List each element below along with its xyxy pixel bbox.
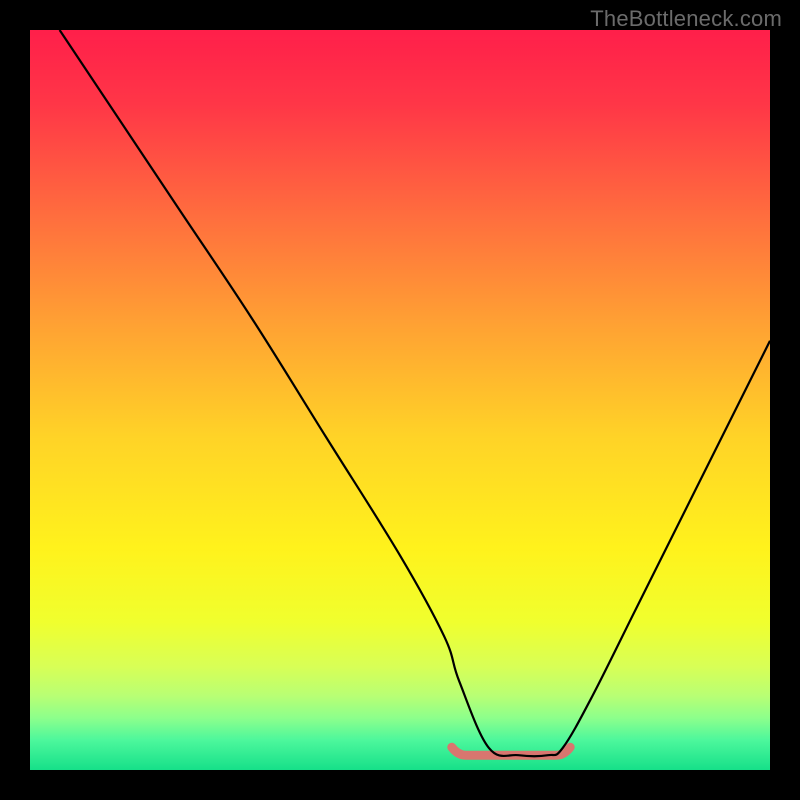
watermark-text: TheBottleneck.com — [590, 6, 782, 32]
plot-area — [30, 30, 770, 770]
chart-svg — [30, 30, 770, 770]
gradient-background — [30, 30, 770, 770]
